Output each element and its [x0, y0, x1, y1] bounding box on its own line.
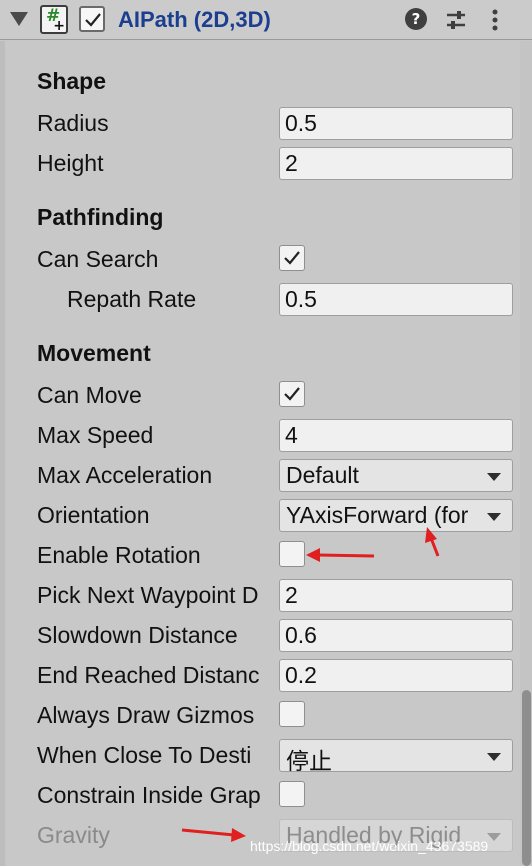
- checkmark-icon: [284, 387, 300, 401]
- preset-icon[interactable]: [444, 8, 468, 32]
- script-icon: # +: [40, 5, 68, 34]
- section-movement: Movement: [37, 340, 151, 366]
- component-header: # + AIPath (2D,3D) ?: [0, 0, 532, 40]
- help-icon[interactable]: ?: [405, 8, 427, 30]
- max-acceleration-value: Default: [286, 462, 359, 488]
- checkmark-icon: [85, 13, 101, 27]
- end-reached-distance-label: End Reached Distanc: [37, 662, 260, 688]
- panel-left-shade: [0, 41, 5, 866]
- slowdown-distance-field[interactable]: 0.6: [279, 619, 513, 652]
- max-acceleration-dropdown[interactable]: Default: [279, 459, 513, 492]
- dropdown-arrow-icon: [487, 833, 501, 841]
- checkmark-icon: [284, 251, 300, 265]
- when-close-to-destination-dropdown[interactable]: 停止: [279, 739, 513, 775]
- fold-triangle-icon[interactable]: [10, 12, 28, 26]
- watermark-text: https://blog.csdn.net/weixin_43673589: [250, 838, 489, 854]
- section-shape: Shape: [37, 68, 107, 94]
- gravity-label: Gravity: [37, 822, 110, 848]
- max-acceleration-label: Max Acceleration: [37, 462, 213, 488]
- constrain-inside-graph-label: Constrain Inside Grap: [37, 782, 261, 808]
- enable-rotation-label: Enable Rotation: [37, 542, 201, 568]
- when-close-to-destination-value: 停止: [286, 749, 332, 775]
- orientation-value: YAxisForward (for: [286, 502, 469, 528]
- constrain-inside-graph-checkbox[interactable]: [279, 781, 305, 807]
- component-title: AIPath (2D,3D): [118, 7, 271, 32]
- dropdown-arrow-icon: [487, 473, 501, 481]
- repath-rate-field[interactable]: 0.5: [279, 283, 513, 316]
- slowdown-distance-label: Slowdown Distance: [37, 622, 238, 648]
- height-field[interactable]: 2: [279, 147, 513, 180]
- can-move-label: Can Move: [37, 382, 142, 408]
- can-search-checkbox[interactable]: [279, 245, 305, 271]
- scrollbar-thumb[interactable]: [522, 690, 531, 866]
- dropdown-arrow-icon: [487, 753, 501, 761]
- always-draw-gizmos-checkbox[interactable]: [279, 701, 305, 727]
- script-icon-plus: +: [53, 18, 65, 34]
- end-reached-distance-field[interactable]: 0.2: [279, 659, 513, 692]
- max-speed-field[interactable]: 4: [279, 419, 513, 452]
- enable-rotation-checkbox[interactable]: [279, 541, 305, 567]
- orientation-label: Orientation: [37, 502, 150, 528]
- section-pathfinding: Pathfinding: [37, 204, 164, 230]
- can-move-checkbox[interactable]: [279, 381, 305, 407]
- radius-field[interactable]: 0.5: [279, 107, 513, 140]
- radius-label: Radius: [37, 110, 109, 136]
- dropdown-arrow-icon: [487, 513, 501, 521]
- max-speed-label: Max Speed: [37, 422, 154, 448]
- height-label: Height: [37, 150, 104, 176]
- repath-rate-label: Repath Rate: [67, 286, 197, 312]
- context-menu-icon[interactable]: [489, 8, 501, 32]
- orientation-dropdown[interactable]: YAxisForward (for: [279, 499, 513, 532]
- can-search-label: Can Search: [37, 246, 159, 272]
- component-enabled-checkbox[interactable]: [79, 6, 105, 32]
- always-draw-gizmos-label: Always Draw Gizmos: [37, 702, 255, 728]
- pick-next-waypoint-label: Pick Next Waypoint D: [37, 582, 259, 608]
- when-close-to-destination-label: When Close To Desti: [37, 742, 252, 768]
- pick-next-waypoint-field[interactable]: 2: [279, 579, 513, 612]
